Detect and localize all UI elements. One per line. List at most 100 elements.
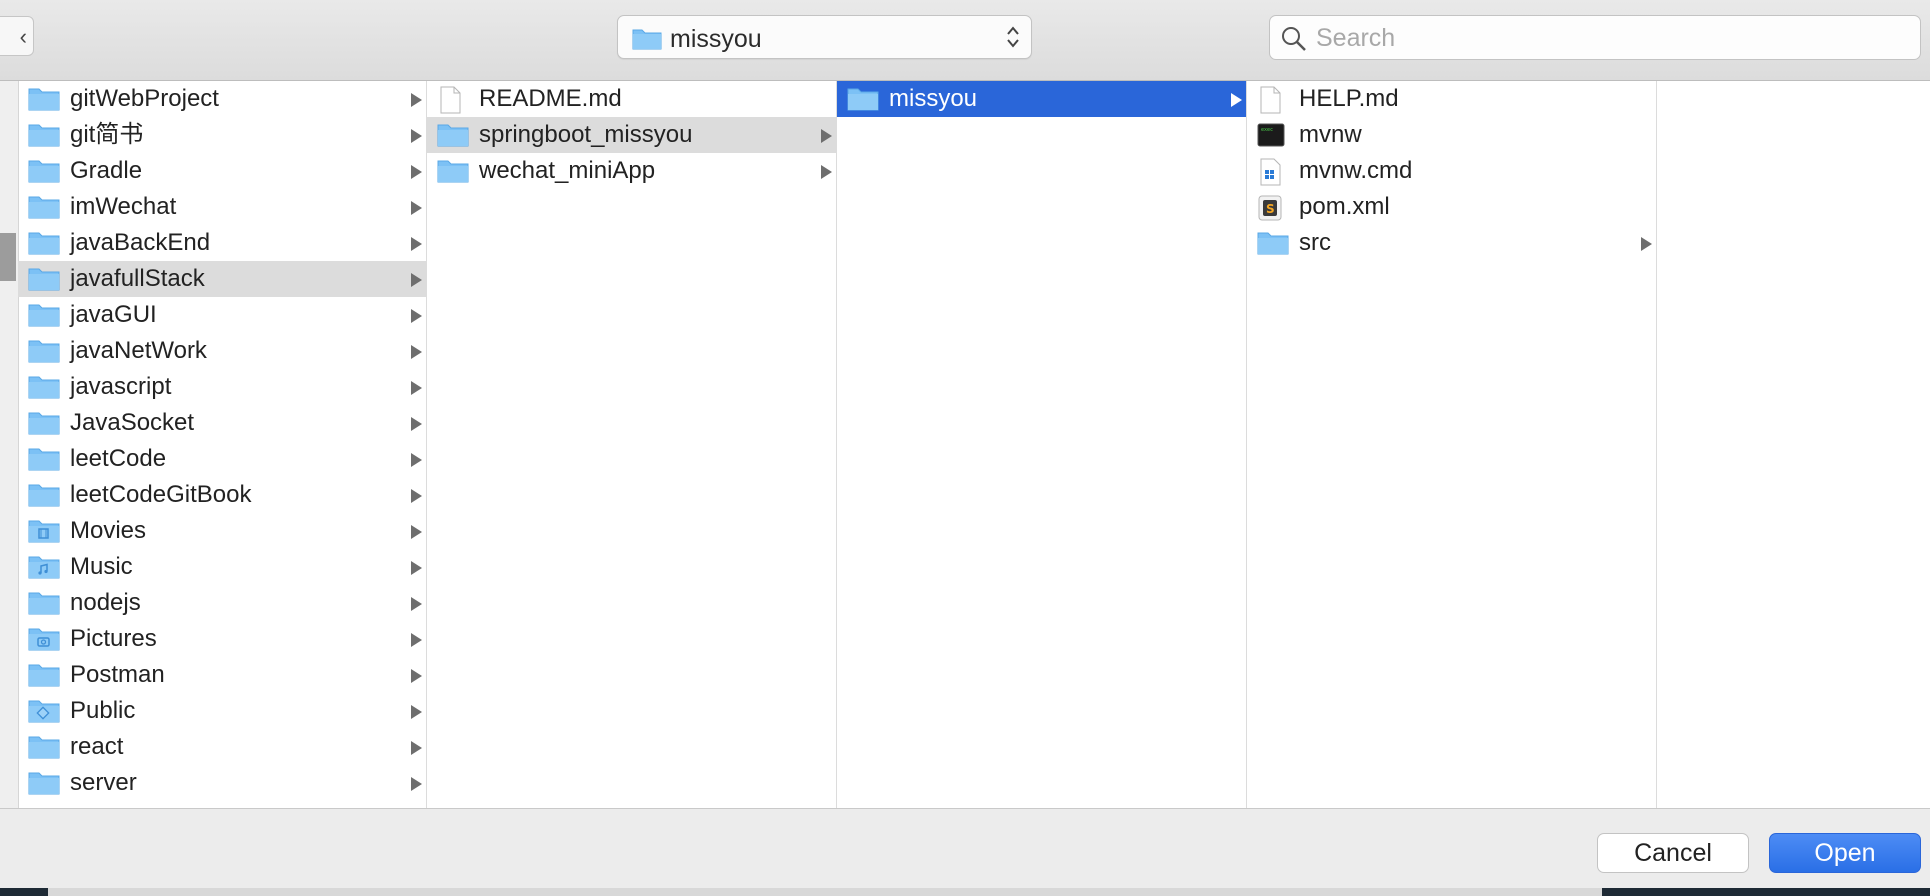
browser-row[interactable]: Gradle bbox=[18, 153, 426, 189]
browser-column-3: missyou bbox=[837, 81, 1247, 808]
disclosure-arrow-icon bbox=[411, 453, 422, 467]
browser-row-label: pom.xml bbox=[1299, 193, 1390, 220]
browser-row-label: javaGUI bbox=[70, 301, 157, 328]
browser-row-label: javaBackEnd bbox=[70, 229, 211, 256]
folder-icon bbox=[28, 770, 60, 807]
browser-row-label: server bbox=[70, 769, 137, 796]
browser-column-1: gitWebProject git简书 Gradle imWechat java… bbox=[18, 81, 427, 808]
disclosure-arrow-icon bbox=[411, 309, 422, 323]
browser-row[interactable]: Movies bbox=[18, 513, 426, 549]
background-window-strip bbox=[0, 888, 1930, 896]
browser-row[interactable]: nodejs bbox=[18, 585, 426, 621]
browser-row-label: wechat_miniApp bbox=[479, 157, 656, 184]
disclosure-arrow-icon bbox=[411, 561, 422, 575]
browser-row[interactable]: imWechat bbox=[18, 189, 426, 225]
browser-row-label: gitWebProject bbox=[70, 85, 219, 112]
browser-row[interactable]: javaBackEnd bbox=[18, 225, 426, 261]
disclosure-arrow-icon bbox=[411, 381, 422, 395]
folder-icon bbox=[437, 158, 469, 195]
browser-row[interactable]: leetCodeGitBook bbox=[18, 477, 426, 513]
browser-row-label: git简书 bbox=[70, 121, 144, 148]
browser-row[interactable]: git简书 bbox=[18, 117, 426, 153]
path-popup-label: missyou bbox=[670, 25, 762, 53]
disclosure-arrow-icon bbox=[411, 741, 422, 755]
scrollbar-thumb[interactable] bbox=[0, 233, 16, 281]
browser-row[interactable]: missyou bbox=[837, 81, 1246, 117]
disclosure-arrow-icon bbox=[411, 633, 422, 647]
disclosure-arrow-icon bbox=[411, 345, 422, 359]
browser-row[interactable]: javafullStack bbox=[18, 261, 426, 297]
disclosure-arrow-icon bbox=[1231, 93, 1242, 107]
browser-row[interactable]: javaNetWork bbox=[18, 333, 426, 369]
disclosure-arrow-icon bbox=[411, 597, 422, 611]
dialog-footer: Cancel Open bbox=[0, 808, 1930, 889]
browser-column-2: README.md springboot_missyou wechat_mini… bbox=[427, 81, 837, 808]
browser-row[interactable]: Pictures bbox=[18, 621, 426, 657]
disclosure-arrow-icon bbox=[411, 525, 422, 539]
browser-row[interactable]: Postman bbox=[18, 657, 426, 693]
browser-row[interactable]: Spom.xml bbox=[1247, 189, 1656, 225]
browser-row-label: Public bbox=[70, 697, 136, 724]
browser-row-label: JavaSocket bbox=[70, 409, 195, 436]
disclosure-arrow-icon bbox=[1641, 237, 1652, 251]
search-field[interactable] bbox=[1269, 15, 1921, 60]
disclosure-arrow-icon bbox=[411, 777, 422, 791]
browser-row-label: javafullStack bbox=[70, 265, 205, 292]
disclosure-arrow-icon bbox=[411, 165, 422, 179]
browser-row-label: javaNetWork bbox=[70, 337, 207, 364]
disclosure-arrow-icon bbox=[411, 417, 422, 431]
dialog-toolbar: ‹ missyou bbox=[0, 0, 1930, 81]
browser-row[interactable]: wechat_miniApp bbox=[427, 153, 836, 189]
open-button[interactable]: Open bbox=[1769, 833, 1921, 873]
browser-row[interactable]: springboot_missyou bbox=[427, 117, 836, 153]
path-popup-button[interactable]: missyou bbox=[617, 15, 1032, 59]
browser-row-label: Music bbox=[70, 553, 133, 580]
browser-row[interactable]: JavaSocket bbox=[18, 405, 426, 441]
browser-row-label: leetCodeGitBook bbox=[70, 481, 252, 508]
cancel-button[interactable]: Cancel bbox=[1597, 833, 1749, 873]
disclosure-arrow-icon bbox=[411, 489, 422, 503]
disclosure-arrow-icon bbox=[821, 129, 832, 143]
browser-row-label: HELP.md bbox=[1299, 85, 1399, 112]
browser-row[interactable]: Music bbox=[18, 549, 426, 585]
browser-row[interactable]: Public bbox=[18, 693, 426, 729]
browser-row-label: react bbox=[70, 733, 124, 760]
folder-icon bbox=[1257, 230, 1289, 267]
browser-row[interactable]: javaGUI bbox=[18, 297, 426, 333]
disclosure-arrow-icon bbox=[821, 165, 832, 179]
browser-row-label: src bbox=[1299, 229, 1331, 256]
browser-row[interactable]: exec mvnw bbox=[1247, 117, 1656, 153]
folder-icon bbox=[847, 86, 879, 123]
browser-column-4: HELP.md exec mvnw mvnw.cmd Spom.xml src bbox=[1247, 81, 1657, 808]
browser-row[interactable]: react bbox=[18, 729, 426, 765]
back-button[interactable]: ‹ bbox=[0, 16, 34, 56]
browser-row-label: README.md bbox=[479, 85, 622, 112]
browser-column-5 bbox=[1657, 81, 1930, 808]
browser-row[interactable]: leetCode bbox=[18, 441, 426, 477]
browser-row[interactable]: server bbox=[18, 765, 426, 801]
browser-row[interactable]: README.md bbox=[427, 81, 836, 117]
browser-row-label: leetCode bbox=[70, 445, 167, 472]
browser-row[interactable]: gitWebProject bbox=[18, 81, 426, 117]
browser-row-label: Postman bbox=[70, 661, 165, 688]
search-icon bbox=[1281, 26, 1307, 57]
browser-row[interactable]: HELP.md bbox=[1247, 81, 1656, 117]
browser-row[interactable]: src bbox=[1247, 225, 1656, 261]
disclosure-arrow-icon bbox=[411, 705, 422, 719]
browser-row-label: imWechat bbox=[70, 193, 177, 220]
browser-row-label: missyou bbox=[889, 85, 978, 112]
svg-text:S: S bbox=[1266, 202, 1275, 216]
browser-row[interactable]: mvnw.cmd bbox=[1247, 153, 1656, 189]
browser-row-label: Movies bbox=[70, 517, 147, 544]
disclosure-arrow-icon bbox=[411, 129, 422, 143]
browser-row-label: nodejs bbox=[70, 589, 141, 616]
disclosure-arrow-icon bbox=[411, 93, 422, 107]
sidebar-scrollbar[interactable] bbox=[0, 81, 19, 808]
disclosure-arrow-icon bbox=[411, 237, 422, 251]
browser-row[interactable]: javascript bbox=[18, 369, 426, 405]
browser-row-label: mvnw bbox=[1299, 121, 1362, 148]
browser-row-label: Gradle bbox=[70, 157, 143, 184]
up-down-chevron-icon bbox=[1005, 23, 1021, 56]
disclosure-arrow-icon bbox=[411, 201, 422, 215]
search-input[interactable] bbox=[1314, 22, 1908, 54]
